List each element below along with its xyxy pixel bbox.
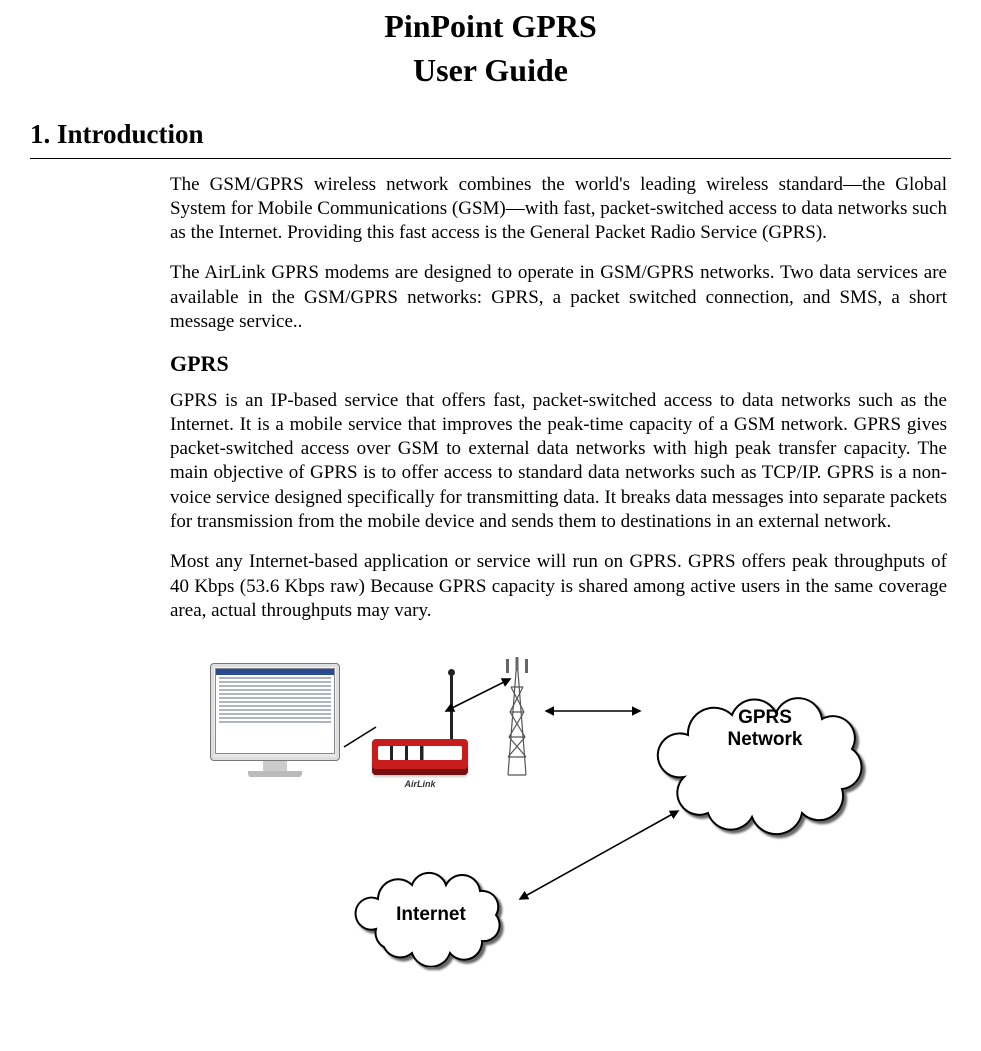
paragraph-2: The AirLink GPRS modems are designed to … bbox=[170, 261, 947, 334]
gprs-network-cloud-icon bbox=[644, 687, 874, 844]
paragraph-3: GPRS is an IP-based service that offers … bbox=[170, 389, 947, 535]
page: PinPoint GPRS User Guide 1. Introduction… bbox=[0, 6, 981, 1033]
computer-icon bbox=[210, 663, 340, 777]
subheading-gprs: GPRS bbox=[170, 350, 947, 378]
section-rule bbox=[30, 158, 951, 159]
arrow-pc-modem bbox=[342, 721, 382, 751]
section-number: 1. bbox=[30, 119, 50, 149]
section-name: Introduction bbox=[57, 119, 204, 149]
arrow-modem-tower bbox=[440, 671, 520, 721]
doc-title-line1: PinPoint GPRS bbox=[30, 6, 951, 46]
internet-cloud-icon bbox=[346, 867, 516, 974]
body-column: The GSM/GPRS wireless network combines t… bbox=[170, 173, 947, 624]
modem-brand-label: AirLink bbox=[372, 780, 468, 789]
paragraph-1: The GSM/GPRS wireless network combines t… bbox=[170, 173, 947, 246]
doc-title-line2: User Guide bbox=[30, 50, 951, 91]
modem-icon: AirLink bbox=[372, 739, 468, 775]
section-heading: 1. Introduction bbox=[30, 117, 951, 154]
paragraph-4: Most any Internet-based application or s… bbox=[170, 550, 947, 623]
network-diagram: AirLink bbox=[170, 653, 951, 993]
arrow-tower-gprs bbox=[540, 701, 650, 721]
